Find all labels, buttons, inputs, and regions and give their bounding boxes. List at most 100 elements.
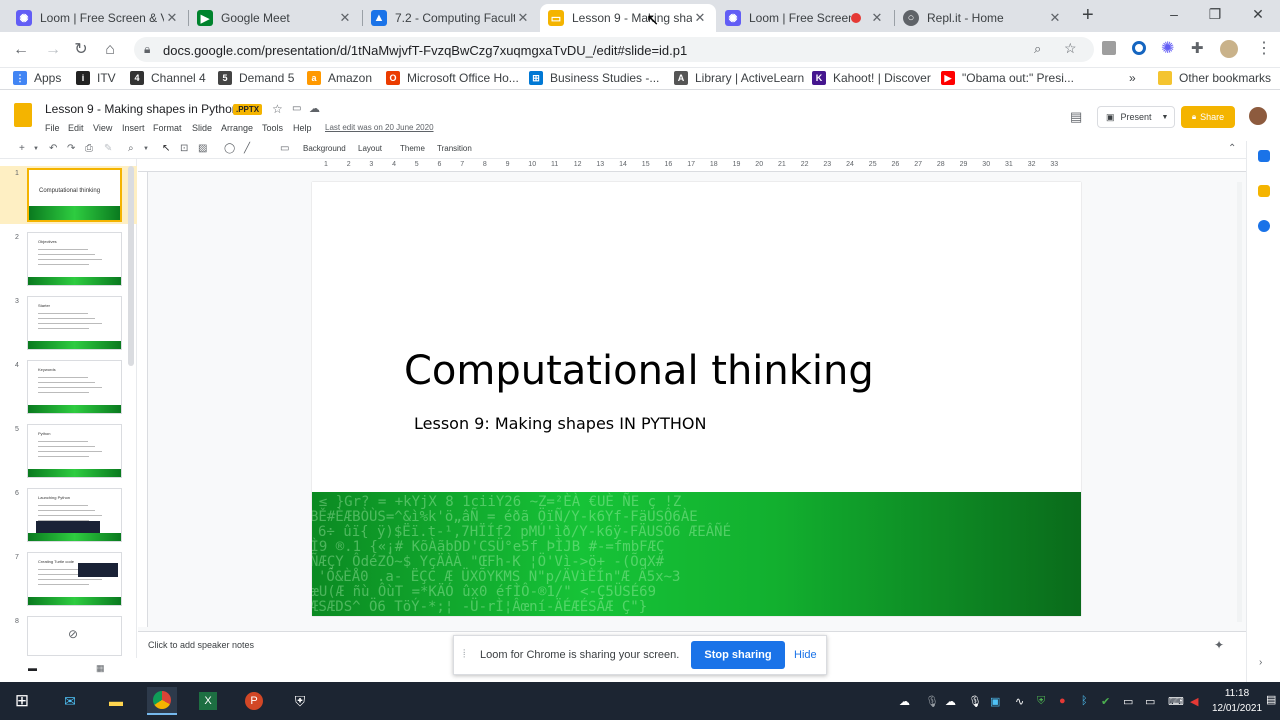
select-icon[interactable]: ↖ — [162, 143, 170, 154]
star-icon[interactable]: ☆ — [272, 102, 283, 116]
text-box-icon[interactable]: ⊡ — [180, 143, 188, 154]
update-icon[interactable]: ✔ — [1101, 695, 1110, 708]
close-tab-icon[interactable]: ✕ — [515, 10, 531, 26]
drag-handle-icon[interactable]: ⦙ — [463, 648, 465, 661]
canvas-scrollbar[interactable] — [1237, 182, 1242, 622]
transition-button[interactable]: Transition — [437, 144, 472, 153]
notifications-icon[interactable]: ▤ — [1266, 693, 1276, 706]
theme-button[interactable]: Theme — [400, 144, 425, 153]
explore-icon[interactable]: ✦ — [1214, 638, 1224, 652]
onedrive-icon[interactable]: ☁ — [899, 695, 910, 708]
more-bookmarks-button[interactable]: » — [1129, 71, 1136, 85]
slide-thumbnail[interactable]: Launching Python — [27, 488, 122, 542]
bookmark-youtube[interactable]: ▶ "Obama out:" Presi... — [941, 71, 1074, 85]
slide-thumbnail[interactable]: Starter — [27, 296, 122, 350]
expand-panel-icon[interactable]: › — [1259, 657, 1262, 668]
collapse-toolbar-icon[interactable]: ⌃ — [1228, 143, 1236, 154]
bookmark-amazon[interactable]: a Amazon — [307, 71, 372, 85]
slide-title[interactable]: Computational thinking — [404, 348, 874, 394]
bookmark-apps[interactable]: ⋮ Apps — [13, 71, 61, 85]
microphone-icon[interactable]: 🎙︎ — [925, 695, 939, 708]
zoom-icon[interactable]: ⌕ — [1034, 41, 1041, 57]
extension-icon[interactable] — [1102, 41, 1116, 55]
green-code-banner-image[interactable]: 9 ≤ }Gr? = +kYjX 8 1ciiY26 ~Z=²ÈÀ €UÈ ÑE… — [312, 492, 1081, 616]
slide-canvas[interactable]: Computational thinking Lesson 9: Making … — [312, 182, 1081, 616]
powerpoint-icon[interactable]: P — [239, 687, 269, 715]
forward-icon[interactable]: → — [42, 39, 64, 61]
close-tab-icon[interactable]: ✕ — [692, 10, 708, 26]
comment-icon[interactable]: ▭ — [280, 143, 289, 154]
filmstrip-scrollbar[interactable] — [128, 166, 134, 366]
last-edit-link[interactable]: Last edit was on 20 June 2020 — [325, 123, 434, 132]
filmstrip-view-icon[interactable]: ▬ — [28, 663, 37, 673]
bookmark-office[interactable]: O Microsoft Office Ho... — [386, 71, 519, 85]
undo-icon[interactable]: ↶ — [49, 143, 57, 154]
shape-icon[interactable]: ◯ — [224, 143, 235, 154]
home-icon[interactable]: ⌂ — [99, 39, 121, 61]
menu-arrange[interactable]: Arrange — [221, 123, 253, 133]
tab-loom-1[interactable]: ✺ Loom | Free Screen & V ✕ — [8, 4, 188, 32]
mail-icon[interactable]: ✉ — [55, 687, 85, 715]
wifi-icon[interactable]: ∿ — [1015, 695, 1024, 708]
close-tab-icon[interactable]: ✕ — [337, 10, 353, 26]
volume-muted-icon[interactable]: ◀ — [1190, 695, 1198, 708]
slide-subtitle[interactable]: Lesson 9: Making shapes IN PYTHON — [414, 414, 706, 433]
chrome-menu-icon[interactable]: ⋮ — [1256, 38, 1272, 58]
slide-thumbnail[interactable]: Objectives — [27, 232, 122, 286]
tab-lesson-9[interactable]: ▭ Lesson 9 - Making shap ✕ — [540, 4, 716, 32]
extension-icon[interactable] — [1132, 41, 1146, 55]
slide-thumbnail[interactable]: ⊘ — [27, 616, 122, 656]
profile-avatar[interactable] — [1220, 40, 1238, 58]
chevron-down-icon[interactable]: ▼ — [143, 146, 149, 152]
back-icon[interactable]: ← — [10, 39, 32, 61]
address-bar[interactable]: 🔒︎ docs.google.com/presentation/d/1tNaMw… — [134, 37, 1094, 62]
network-icon[interactable]: ▭ — [1123, 695, 1133, 708]
document-title[interactable]: Lesson 9 - Making shapes in Python — [45, 102, 238, 116]
menu-help[interactable]: Help — [293, 123, 312, 133]
other-bookmarks-folder[interactable]: Other bookmarks — [1158, 71, 1271, 85]
windows-start-icon[interactable]: ⊞ — [7, 687, 37, 715]
restore-button[interactable]: ❐ — [1203, 6, 1227, 23]
security-shield-icon[interactable]: ⛨ — [285, 687, 315, 715]
keyboard-icon[interactable]: ⌨ — [1168, 695, 1184, 708]
share-button[interactable]: 🔒︎ Share — [1181, 106, 1235, 128]
bookmark-business-studies[interactable]: ⊞ Business Studies -... — [529, 71, 659, 85]
extensions-puzzle-icon[interactable]: ✚ — [1191, 39, 1204, 57]
file-explorer-icon[interactable]: ▬ — [101, 687, 131, 715]
bookmark-activelearn[interactable]: A Library | ActiveLearn — [674, 71, 804, 85]
zoom-app-icon[interactable]: ▣ — [990, 695, 1000, 708]
background-button[interactable]: Background — [303, 144, 346, 153]
chevron-down-icon[interactable]: ▼ — [1162, 114, 1169, 121]
close-tab-icon[interactable]: ✕ — [164, 10, 180, 26]
redo-icon[interactable]: ↷ — [67, 143, 75, 154]
bookmark-kahoot[interactable]: K Kahoot! | Discover — [812, 71, 931, 85]
loom-extension-icon[interactable]: ✺ — [1161, 38, 1174, 58]
chrome-icon[interactable] — [147, 687, 177, 715]
move-folder-icon[interactable]: ▭ — [292, 103, 301, 114]
menu-tools[interactable]: Tools — [262, 123, 283, 133]
reload-icon[interactable]: ↻ — [70, 39, 92, 61]
minimize-button[interactable]: – — [1162, 6, 1186, 22]
new-tab-button[interactable]: + — [1082, 4, 1094, 27]
menu-slide[interactable]: Slide — [192, 123, 212, 133]
image-icon[interactable]: ▨ — [198, 143, 207, 154]
stop-sharing-button[interactable]: Stop sharing — [691, 641, 785, 669]
bookmark-itv[interactable]: i ITV — [76, 71, 116, 85]
antivirus-icon[interactable]: ● — [1059, 695, 1066, 707]
menu-format[interactable]: Format — [153, 123, 182, 133]
menu-insert[interactable]: Insert — [122, 123, 145, 133]
zoom-icon[interactable]: ⌕ — [128, 143, 134, 154]
grid-view-icon[interactable]: ▦ — [96, 663, 105, 674]
chevron-down-icon[interactable]: ▼ — [33, 146, 39, 152]
print-icon[interactable]: ⎙ — [85, 143, 93, 154]
slide-thumbnail[interactable]: Keywords — [27, 360, 122, 414]
keep-icon[interactable] — [1258, 185, 1270, 197]
layout-button[interactable]: Layout — [358, 144, 382, 153]
system-clock[interactable]: 11:18 12/01/2021 — [1210, 686, 1264, 716]
menu-file[interactable]: File — [45, 123, 60, 133]
menu-edit[interactable]: Edit — [68, 123, 84, 133]
slides-logo-icon[interactable] — [14, 103, 32, 127]
present-button[interactable]: ▣ Present ▼ — [1097, 106, 1175, 128]
bookmark-star-icon[interactable]: ☆ — [1064, 40, 1077, 57]
close-tab-icon[interactable]: ✕ — [869, 10, 885, 26]
